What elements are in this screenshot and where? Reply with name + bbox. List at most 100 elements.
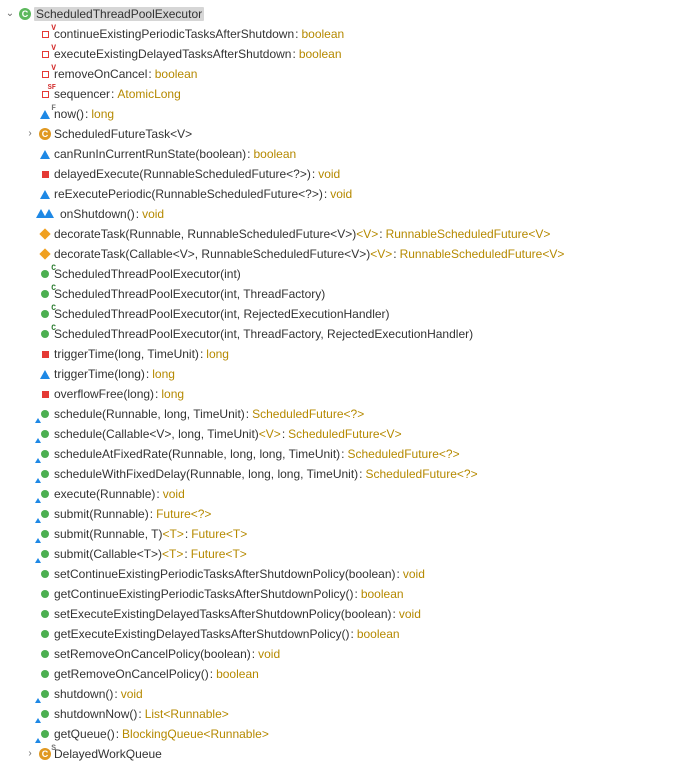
override-overlay-icon xyxy=(35,458,41,463)
return-type: RunnableScheduledFuture<V> xyxy=(386,228,551,240)
tree-row[interactable]: CScheduledThreadPoolExecutor(int, Thread… xyxy=(4,284,690,304)
twisty-open-icon[interactable]: ⌄ xyxy=(4,8,16,20)
row-label: setExecuteExistingDelayedTasksAfterShutd… xyxy=(54,608,421,620)
modifier-overlay: V xyxy=(51,25,56,33)
class-private-icon: C xyxy=(38,127,52,141)
method-public-icon xyxy=(38,467,52,481)
tree-row[interactable]: CScheduledThreadPoolExecutor(int) xyxy=(4,264,690,284)
tree-row[interactable]: getQueue() : BlockingQueue<Runnable> xyxy=(4,724,690,744)
protected-icon xyxy=(38,227,52,241)
tree-row[interactable]: canRunInCurrentRunState(boolean) : boole… xyxy=(4,144,690,164)
tree-row[interactable]: setExecuteExistingDelayedTasksAfterShutd… xyxy=(4,604,690,624)
tree-row[interactable]: submit(Runnable) : Future<?> xyxy=(4,504,690,524)
method-public-icon xyxy=(38,667,52,681)
return-type: long xyxy=(91,108,114,120)
tree-row[interactable]: execute(Runnable) : void xyxy=(4,484,690,504)
tree-row[interactable]: VremoveOnCancel : boolean xyxy=(4,64,690,84)
tree-row[interactable]: onShutdown() : void xyxy=(4,204,690,224)
twisty-closed-icon[interactable]: › xyxy=(24,748,36,760)
tree-row[interactable]: Fnow() : long xyxy=(4,104,690,124)
method-public-icon xyxy=(38,447,52,461)
tree-row[interactable]: decorateTask(Runnable, RunnableScheduled… xyxy=(4,224,690,244)
tree-row[interactable]: overflowFree(long) : long xyxy=(4,384,690,404)
tree-row[interactable]: reExecutePeriodic(RunnableScheduledFutur… xyxy=(4,184,690,204)
tree-row[interactable]: delayedExecute(RunnableScheduledFuture<?… xyxy=(4,164,690,184)
modifier-overlay: F xyxy=(51,105,56,113)
member-name: triggerTime(long) xyxy=(54,368,145,380)
tree-row[interactable]: CScheduledThreadPoolExecutor(int, Thread… xyxy=(4,324,690,344)
row-label: triggerTime(long) : long xyxy=(54,368,175,380)
tree-row[interactable]: ›CSDelayedWorkQueue xyxy=(4,744,690,764)
tree-row[interactable]: decorateTask(Callable<V>, RunnableSchedu… xyxy=(4,244,690,264)
member-name: decorateTask(Runnable, RunnableScheduled… xyxy=(54,228,356,240)
tree-row[interactable]: schedule(Callable<V>, long, TimeUnit) <V… xyxy=(4,424,690,444)
row-label: reExecutePeriodic(RunnableScheduledFutur… xyxy=(54,188,352,200)
tree-row[interactable]: triggerTime(long, TimeUnit) : long xyxy=(4,344,690,364)
default-icon xyxy=(38,147,52,161)
type-separator: : xyxy=(295,28,298,40)
method-public-icon xyxy=(38,487,52,501)
tree-row[interactable]: submit(Runnable, T) <T> : Future<T> xyxy=(4,524,690,544)
tree-row[interactable]: schedule(Runnable, long, TimeUnit) : Sch… xyxy=(4,404,690,424)
return-type: Future<T> xyxy=(191,528,247,540)
dual-default-icon xyxy=(38,207,58,221)
row-label: ScheduledThreadPoolExecutor xyxy=(34,7,204,21)
tree-row[interactable]: setContinueExistingPeriodicTasksAfterShu… xyxy=(4,564,690,584)
field-private-icon: SF xyxy=(38,87,52,101)
tree-row[interactable]: getExecuteExistingDelayedTasksAfterShutd… xyxy=(4,624,690,644)
member-name: getRemoveOnCancelPolicy() xyxy=(54,668,209,680)
row-label: schedule(Runnable, long, TimeUnit) : Sch… xyxy=(54,408,364,420)
twisty-closed-icon[interactable]: › xyxy=(24,128,36,140)
tree-row[interactable]: VcontinueExistingPeriodicTasksAfterShutd… xyxy=(4,24,690,44)
tree-row-root[interactable]: ⌄ C ScheduledThreadPoolExecutor xyxy=(4,4,690,24)
method-public-icon xyxy=(38,727,52,741)
member-name: setExecuteExistingDelayedTasksAfterShutd… xyxy=(54,608,392,620)
override-overlay-icon xyxy=(35,478,41,483)
row-label: getQueue() : BlockingQueue<Runnable> xyxy=(54,728,269,740)
tree-row[interactable]: CScheduledThreadPoolExecutor(int, Reject… xyxy=(4,304,690,324)
class-private-icon: CS xyxy=(38,747,52,761)
member-name: reExecutePeriodic(RunnableScheduledFutur… xyxy=(54,188,323,200)
tree-row[interactable]: setRemoveOnCancelPolicy(boolean) : void xyxy=(4,644,690,664)
return-type: List<Runnable> xyxy=(145,708,229,720)
return-type: boolean xyxy=(299,48,342,60)
member-name: removeOnCancel xyxy=(54,68,147,80)
tree-row[interactable]: shutdownNow() : List<Runnable> xyxy=(4,704,690,724)
row-label: continueExistingPeriodicTasksAfterShutdo… xyxy=(54,28,344,40)
method-public-icon xyxy=(38,527,52,541)
tree-row[interactable]: scheduleWithFixedDelay(Runnable, long, l… xyxy=(4,464,690,484)
member-name: shutdown() xyxy=(54,688,113,700)
type-separator: : xyxy=(341,448,344,460)
return-type: boolean xyxy=(155,68,198,80)
tree-row[interactable]: triggerTime(long) : long xyxy=(4,364,690,384)
member-name: getContinueExistingPeriodicTasksAfterShu… xyxy=(54,588,353,600)
tree-row[interactable]: VexecuteExistingDelayedTasksAfterShutdow… xyxy=(4,44,690,64)
type-separator: : xyxy=(114,688,117,700)
method-private-icon xyxy=(38,167,52,181)
row-label: submit(Callable<T>) <T> : Future<T> xyxy=(54,548,247,560)
type-separator: : xyxy=(252,648,255,660)
generic-type: <T> xyxy=(162,548,183,560)
row-label: triggerTime(long, TimeUnit) : long xyxy=(54,348,229,360)
row-label: decorateTask(Callable<V>, RunnableSchedu… xyxy=(54,248,564,260)
method-public-icon xyxy=(38,407,52,421)
tree-row[interactable]: submit(Callable<T>) <T> : Future<T> xyxy=(4,544,690,564)
tree-row[interactable]: ›CScheduledFutureTask<V> xyxy=(4,124,690,144)
tree-row[interactable]: SFsequencer : AtomicLong xyxy=(4,84,690,104)
return-type: boolean xyxy=(357,628,400,640)
tree-row[interactable]: scheduleAtFixedRate(Runnable, long, long… xyxy=(4,444,690,464)
tree-row[interactable]: getContinueExistingPeriodicTasksAfterShu… xyxy=(4,584,690,604)
type-separator: : xyxy=(393,248,396,260)
method-public-icon xyxy=(38,607,52,621)
member-name: now() xyxy=(54,108,84,120)
tree-row[interactable]: shutdown() : void xyxy=(4,684,690,704)
tree-row[interactable]: getRemoveOnCancelPolicy() : boolean xyxy=(4,664,690,684)
member-name: delayedExecute(RunnableScheduledFuture<?… xyxy=(54,168,311,180)
row-label: onShutdown() : void xyxy=(60,208,164,220)
type-separator: : xyxy=(138,708,141,720)
member-name: triggerTime(long, TimeUnit) xyxy=(54,348,199,360)
row-label: getRemoveOnCancelPolicy() : boolean xyxy=(54,668,259,680)
override-overlay-icon xyxy=(35,738,41,743)
method-public-icon xyxy=(38,427,52,441)
row-label: getContinueExistingPeriodicTasksAfterShu… xyxy=(54,588,404,600)
